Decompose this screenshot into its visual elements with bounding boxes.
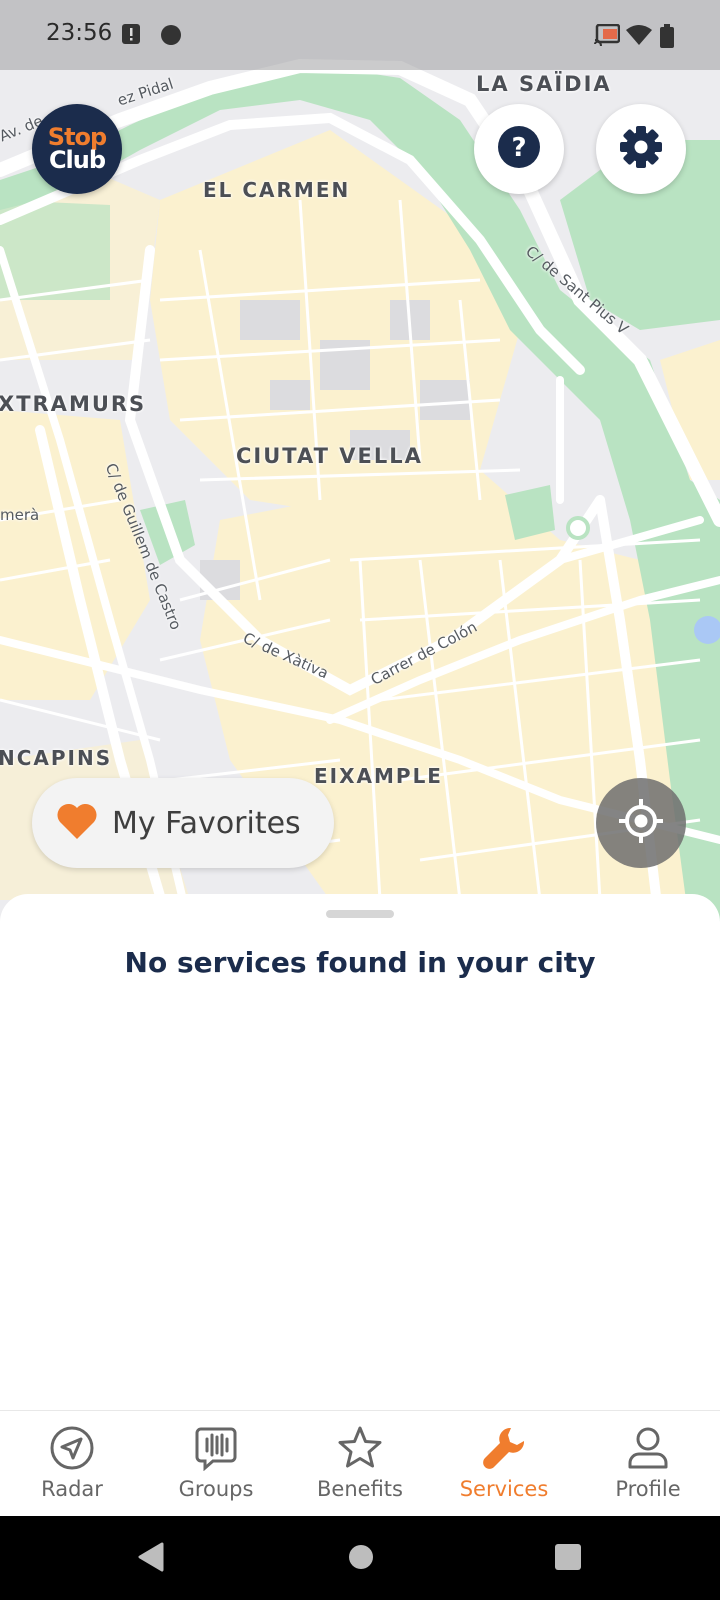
help-button[interactable]: ? xyxy=(474,104,564,194)
logo-text-stop: Stop xyxy=(47,123,107,151)
battery-icon xyxy=(660,24,674,52)
nav-item-radar[interactable]: Radar xyxy=(0,1411,144,1516)
system-navigation-bar xyxy=(0,1516,720,1600)
sheet-drag-handle[interactable] xyxy=(326,910,394,918)
heart-icon xyxy=(56,802,98,844)
nav-item-profile[interactable]: Profile xyxy=(576,1411,720,1516)
my-favorites-label: My Favorites xyxy=(112,805,301,841)
district-label-la-saidia: LA SAÏDIA xyxy=(476,72,612,96)
wrench-icon xyxy=(481,1425,527,1471)
district-label-el-carmen: EL CARMEN xyxy=(203,178,351,202)
district-label-ciutat-vella: CIUTAT VELLA xyxy=(236,444,423,468)
person-icon xyxy=(625,1425,671,1471)
empty-state-message: No services found in your city xyxy=(124,946,596,979)
services-bottom-sheet: No services found in your city xyxy=(0,894,720,1410)
navigation-icon xyxy=(49,1425,95,1471)
nav-item-services[interactable]: Services xyxy=(432,1411,576,1516)
question-icon: ? xyxy=(497,125,541,173)
back-icon[interactable] xyxy=(136,1542,164,1576)
stopclub-logo[interactable]: Stop Club xyxy=(32,104,122,194)
status-time: 23:56 xyxy=(46,20,113,46)
district-label-eixample: EIXAMPLE xyxy=(314,764,443,788)
status-bar: 23:56 xyxy=(0,0,720,70)
crosshair-icon xyxy=(618,798,664,848)
logo-text-club: Club xyxy=(48,146,106,174)
nav-item-groups[interactable]: Groups xyxy=(144,1411,288,1516)
district-label-campanar: NCAPINS xyxy=(0,746,113,770)
nav-label-radar: Radar xyxy=(41,1477,103,1501)
cast-icon xyxy=(594,23,621,50)
locate-me-button[interactable] xyxy=(596,778,686,868)
nav-label-services: Services xyxy=(459,1477,549,1501)
nav-label-groups: Groups xyxy=(178,1477,254,1501)
district-label-extramurs: XTRAMURS xyxy=(0,392,147,416)
settings-button[interactable] xyxy=(596,104,686,194)
street-label-mera: merà xyxy=(0,506,40,524)
circle-app-icon xyxy=(160,24,182,50)
nav-label-benefits: Benefits xyxy=(317,1477,403,1501)
alert-icon xyxy=(122,24,140,48)
recents-icon[interactable] xyxy=(554,1542,582,1576)
groups-icon xyxy=(193,1425,239,1471)
bottom-navigation: Radar Groups Benefits Services Profile xyxy=(0,1410,720,1516)
gear-icon xyxy=(619,125,663,173)
wifi-icon xyxy=(626,24,652,50)
svg-text:?: ? xyxy=(511,133,526,163)
nav-label-profile: Profile xyxy=(615,1477,681,1501)
star-icon xyxy=(337,1425,383,1471)
my-favorites-button[interactable]: My Favorites xyxy=(32,778,334,868)
home-icon[interactable] xyxy=(348,1542,374,1576)
nav-item-benefits[interactable]: Benefits xyxy=(288,1411,432,1516)
